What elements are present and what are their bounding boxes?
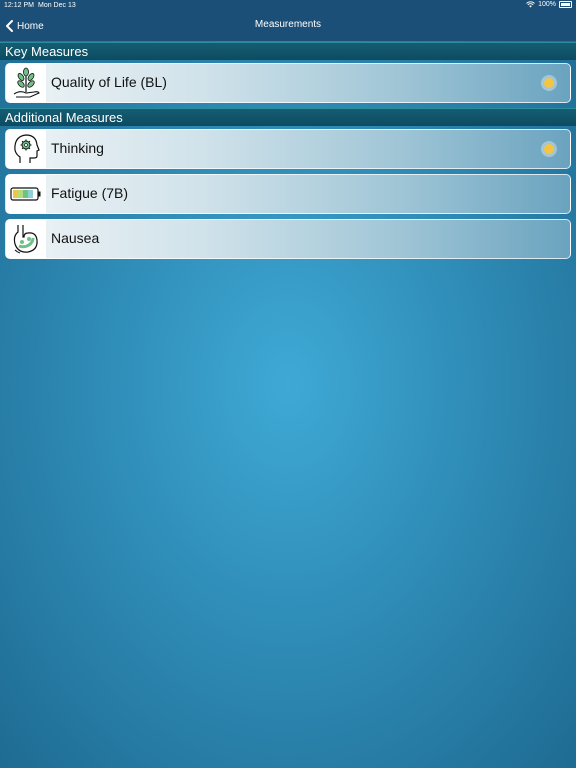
navigation-bar: Home Measurements <box>0 12 576 41</box>
head-gear-icon <box>6 130 46 168</box>
status-right: 100% <box>526 1 572 8</box>
page-title: Measurements <box>254 19 322 30</box>
measure-row-fatigue[interactable]: Fatigue (7B) <box>5 174 571 214</box>
battery-icon <box>6 175 46 213</box>
measure-label: Fatigue (7B) <box>51 185 129 201</box>
plant-hand-icon <box>6 64 46 102</box>
status-time: 12:12 PM <box>4 2 34 9</box>
section-header-additional-measures: Additional Measures <box>0 108 576 126</box>
wifi-icon <box>526 1 535 8</box>
section-header-key-measures: Key Measures <box>0 42 576 60</box>
status-date: Mon Dec 13 <box>38 2 76 9</box>
measure-label: Nausea <box>51 230 100 246</box>
status-indicator-dot <box>544 144 554 154</box>
measure-row-quality-of-life[interactable]: Quality of Life (BL) <box>5 63 571 103</box>
status-bar: 12:12 PM Mon Dec 13 100% <box>0 0 576 12</box>
measure-label: Quality of Life (BL) <box>51 74 167 90</box>
measure-row-thinking[interactable]: Thinking <box>5 129 571 169</box>
stomach-icon <box>6 220 46 258</box>
battery-percent: 100% <box>538 1 556 8</box>
measure-label: Thinking <box>51 140 104 156</box>
measure-row-nausea[interactable]: Nausea <box>5 219 571 259</box>
battery-icon <box>559 1 572 8</box>
status-indicator-dot <box>544 78 554 88</box>
